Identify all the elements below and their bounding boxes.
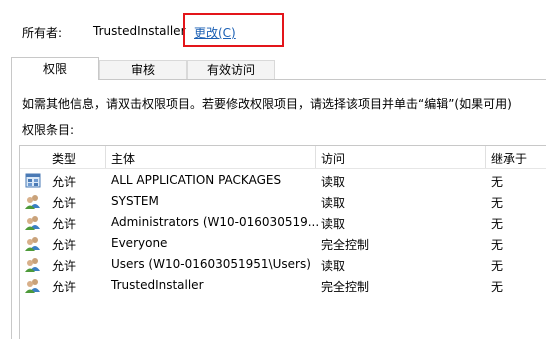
cell-inherited: 无 <box>491 280 504 294</box>
tab-permissions[interactable]: 权限 <box>11 57 99 80</box>
header-principal[interactable]: 主体 <box>111 150 135 167</box>
cell-type: 允许 <box>52 259 77 273</box>
cell-type: 允许 <box>52 238 77 252</box>
cell-principal: ALL APPLICATION PACKAGES <box>111 173 282 187</box>
column-separator[interactable] <box>315 146 316 168</box>
column-separator[interactable] <box>105 146 106 168</box>
users-icon <box>25 278 41 293</box>
owner-value: TrustedInstaller <box>93 24 186 38</box>
cell-inherited: 无 <box>491 175 504 189</box>
cell-inherited: 无 <box>491 217 504 231</box>
change-owner-link[interactable]: 更改(C) <box>194 24 236 41</box>
cell-principal: TrustedInstaller <box>111 278 204 292</box>
column-separator[interactable] <box>485 146 486 168</box>
table-header: 类型 主体 访问 继承于 <box>20 146 546 169</box>
cell-principal: Administrators (W10-016030519... <box>111 215 320 229</box>
info-text: 如需其他信息，请双击权限项目。若要修改权限项目，请选择该项目并单击“编辑”(如果… <box>22 97 512 111</box>
cell-type: 允许 <box>52 196 77 210</box>
table-row[interactable]: 允许 Administrators (W10-016030519... 读取 无 <box>20 212 546 233</box>
cell-inherited: 无 <box>491 238 504 252</box>
table-row[interactable]: 允许 ALL APPLICATION PACKAGES 读取 无 <box>20 170 546 191</box>
table-row[interactable]: 允许 SYSTEM 读取 无 <box>20 191 546 212</box>
tab-effective-access[interactable]: 有效访问 <box>187 60 275 79</box>
header-access[interactable]: 访问 <box>321 150 345 167</box>
users-icon <box>25 236 41 251</box>
cell-access: 完全控制 <box>321 238 370 252</box>
cell-inherited: 无 <box>491 259 504 273</box>
users-icon <box>25 257 41 272</box>
tab-auditing[interactable]: 审核 <box>99 60 187 79</box>
cell-access: 读取 <box>321 217 346 231</box>
cell-principal: Everyone <box>111 236 168 250</box>
app-packages-icon <box>25 173 41 188</box>
cell-access: 读取 <box>321 196 346 210</box>
owner-label: 所有者: <box>22 26 63 40</box>
cell-type: 允许 <box>52 217 77 231</box>
cell-type: 允许 <box>52 280 77 294</box>
table-row[interactable]: 允许 Users (W10-01603051951\Users) 读取 无 <box>20 254 546 275</box>
header-type[interactable]: 类型 <box>52 150 76 167</box>
permission-entries-table: 类型 主体 访问 继承于 允许 ALL APPLICATION PACKAGES… <box>19 145 546 339</box>
cell-inherited: 无 <box>491 196 504 210</box>
cell-type: 允许 <box>52 175 77 189</box>
cell-access: 读取 <box>321 175 346 189</box>
entries-label: 权限条目: <box>22 123 75 137</box>
users-icon <box>25 194 41 209</box>
users-icon <box>25 215 41 230</box>
header-inherited[interactable]: 继承于 <box>491 150 527 167</box>
cell-principal: Users (W10-01603051951\Users) <box>111 257 311 271</box>
cell-access: 读取 <box>321 259 346 273</box>
table-row[interactable]: 允许 Everyone 完全控制 无 <box>20 233 546 254</box>
tabs-bar: 权限 审核 有效访问 <box>0 57 546 80</box>
table-row[interactable]: 允许 TrustedInstaller 完全控制 无 <box>20 275 546 296</box>
cell-access: 完全控制 <box>321 280 370 294</box>
cell-principal: SYSTEM <box>111 194 159 208</box>
